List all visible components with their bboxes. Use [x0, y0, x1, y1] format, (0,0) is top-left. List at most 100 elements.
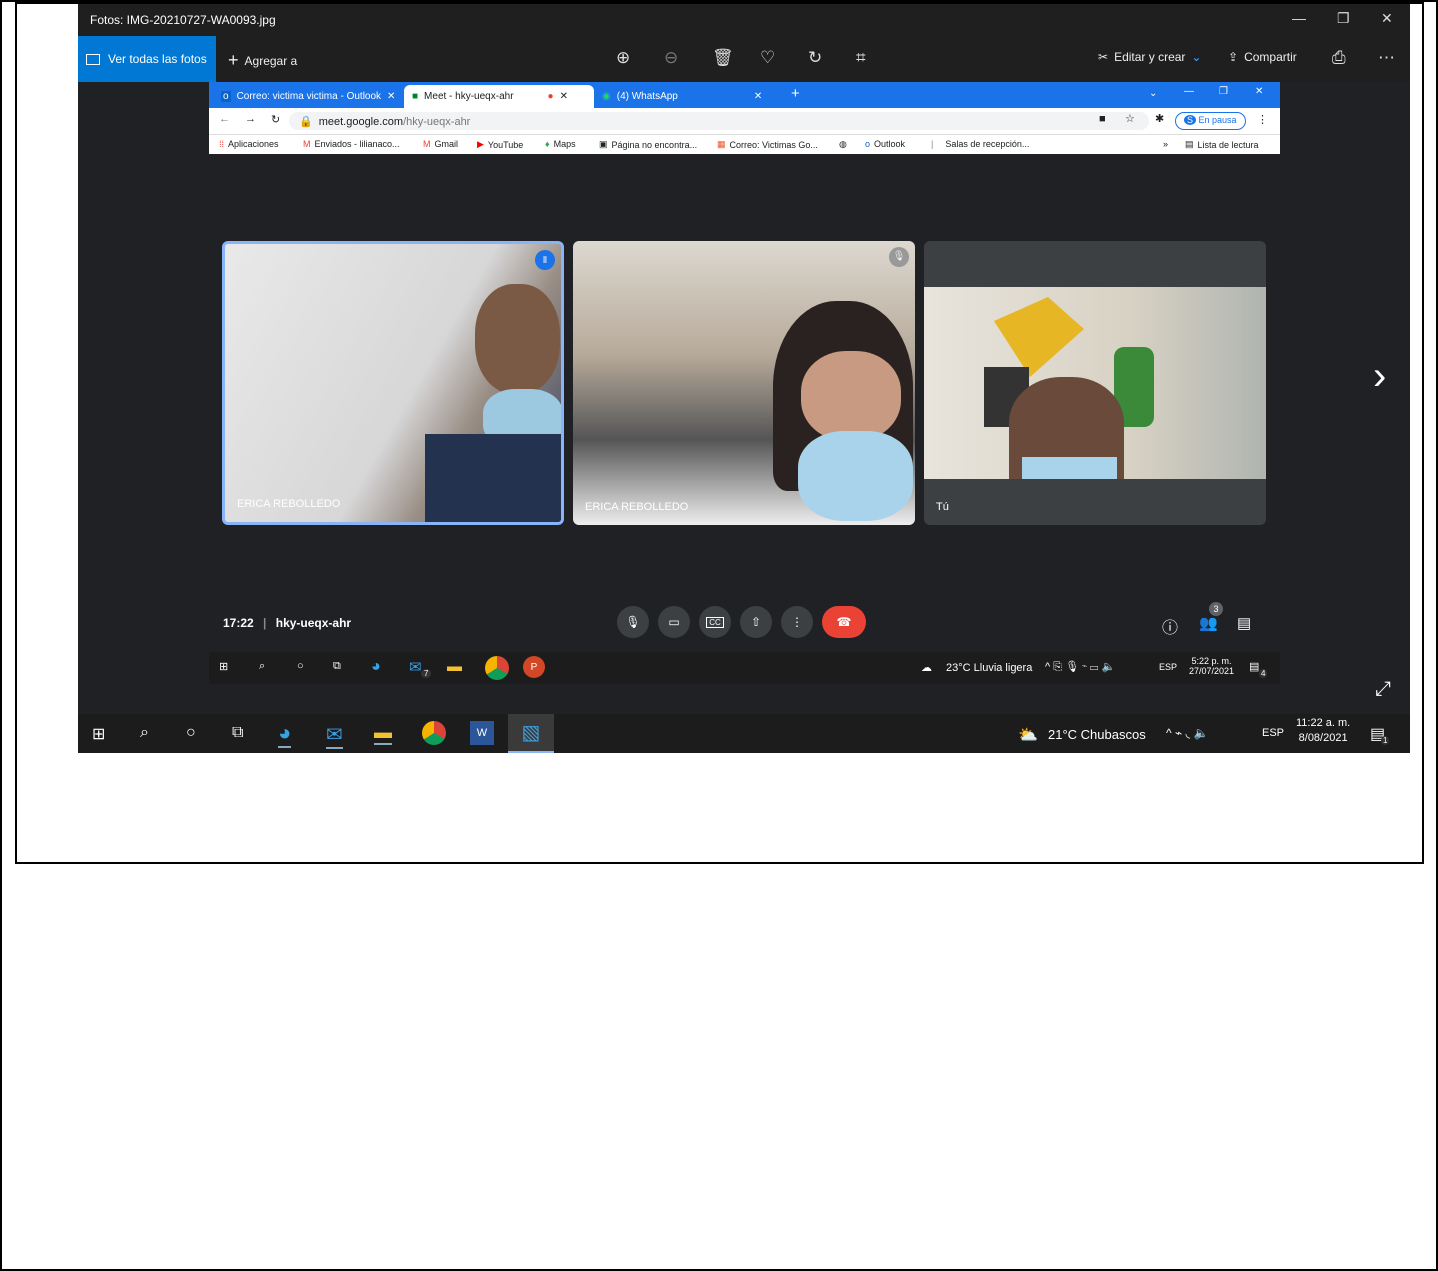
chat-icon[interactable]: ▤	[1237, 614, 1251, 632]
mic-button[interactable]: 🎙	[617, 606, 649, 638]
shirt	[425, 434, 561, 522]
participant-tile[interactable]: Tú	[924, 241, 1266, 525]
captions-button[interactable]: CC	[699, 606, 731, 638]
task-view-icon[interactable]: ⧉	[232, 724, 243, 742]
chrome-icon[interactable]	[485, 656, 509, 680]
camera-icon[interactable]: ■	[1099, 113, 1106, 125]
bookmarks-overflow[interactable]: »	[1163, 139, 1168, 149]
bookmark-item[interactable]: M Gmail	[423, 139, 458, 149]
people-icon[interactable]: 👥	[1199, 614, 1218, 632]
url-field[interactable]: 🔒 meet.google.com/hky-ueqx-ahr	[289, 112, 1149, 130]
more-icon[interactable]: ⋯	[1378, 48, 1395, 68]
participant-tile[interactable]: ⦀ ERICA REBOLLEDO	[222, 241, 564, 525]
restore-icon[interactable]: ❐	[1219, 86, 1228, 97]
powerpoint-icon[interactable]: P	[523, 656, 545, 678]
word-icon[interactable]: W	[470, 721, 494, 745]
restore-icon[interactable]: ❐	[1337, 10, 1350, 27]
reading-list-button[interactable]: ▤ Lista de lectura	[1185, 139, 1259, 150]
close-icon[interactable]: ✕	[1381, 10, 1393, 27]
chrome-icon[interactable]	[422, 721, 446, 745]
bookmark-label: Aplicaciones	[228, 139, 279, 149]
bookmark-item[interactable]: ▣ Página no encontra...	[599, 139, 697, 150]
outlook-icon: o	[865, 139, 871, 149]
bookmark-item[interactable]: ⁞⁞ Aplicaciones	[219, 139, 279, 149]
cortana-icon[interactable]: ○	[186, 724, 196, 742]
tray-icons[interactable]: ^ ⎘ 🎙 ⌁ ▭ 🔈	[1045, 660, 1115, 674]
photos-taskbar-icon[interactable]: ▧	[508, 714, 554, 753]
mail-icon[interactable]: ✉	[409, 658, 422, 676]
bookmark-item[interactable]: | Salas de recepción...	[931, 139, 1029, 149]
mail-badge: 7	[421, 669, 432, 678]
tab-outlook[interactable]: o Correo: victima victima - Outlook ✕	[213, 85, 403, 108]
delete-icon[interactable]: 🗑	[712, 48, 734, 68]
language-indicator[interactable]: ESP	[1159, 662, 1177, 672]
profile-button[interactable]: S En pausa	[1175, 112, 1246, 130]
notifications-icon[interactable]: ▤	[1249, 660, 1259, 673]
close-tab-icon[interactable]: ✕	[560, 91, 568, 102]
forward-icon[interactable]: →	[245, 113, 256, 125]
bookmark-item[interactable]: ▶ YouTube	[477, 139, 523, 150]
more-options-button[interactable]: ⋮	[781, 606, 813, 638]
add-to-label: Agregar a	[244, 53, 298, 68]
close-tab-icon[interactable]: ✕	[754, 91, 762, 102]
language-indicator[interactable]: ESP	[1262, 727, 1284, 739]
search-icon[interactable]: ⌕	[140, 724, 149, 742]
photos-icon: ▧	[521, 722, 541, 744]
bookmark-star-icon[interactable]: ☆	[1125, 112, 1135, 125]
participant-tile[interactable]: 🎙 ERICA REBOLLEDO	[573, 241, 915, 525]
bookmark-item[interactable]: M Enviados - lilianaco...	[303, 139, 400, 149]
share-button[interactable]: ⇪ Compartir	[1228, 50, 1297, 64]
new-tab-icon[interactable]: +	[791, 85, 800, 102]
windows-start-icon[interactable]: ⊞	[92, 724, 105, 744]
zoom-out-icon[interactable]: ⊖	[664, 48, 678, 68]
clock[interactable]: 11:22 a. m. 8/08/2021	[1296, 717, 1350, 744]
tab-whatsapp[interactable]: ◉ (4) WhatsApp ✕	[594, 85, 779, 108]
mail-icon[interactable]: ✉	[326, 722, 343, 749]
close-tab-icon[interactable]: ✕	[387, 91, 395, 102]
print-icon[interactable]: ⎙	[1332, 48, 1346, 68]
weather-icon: ☁	[921, 662, 932, 674]
bookmark-item[interactable]: ◍	[839, 139, 847, 150]
edit-create-button[interactable]: ✂ Editar y crear ⌄	[1098, 50, 1201, 64]
info-icon[interactable]: ⓘ	[1162, 614, 1178, 638]
favorite-icon[interactable]: ♡	[760, 48, 775, 68]
tab-meet[interactable]: ■ Meet - hky-ueqx-ahr ● ✕	[404, 85, 594, 108]
edge-icon[interactable]: ◕	[371, 658, 381, 676]
leave-call-button[interactable]: ☎	[822, 606, 866, 638]
rotate-icon[interactable]: ↻	[808, 48, 822, 68]
back-icon[interactable]: ←	[219, 113, 230, 125]
meeting-code: hky-ueqx-ahr	[275, 616, 352, 630]
bookmark-item[interactable]: ▦ Correo: Victimas Go...	[717, 139, 818, 150]
add-to-button[interactable]: + Agregar a	[228, 50, 297, 71]
tab-search-icon[interactable]: ⌄	[1149, 88, 1157, 99]
camera-icon: ▭	[668, 615, 680, 629]
search-icon[interactable]: ⌕	[259, 660, 265, 673]
reload-icon[interactable]: ↻	[271, 113, 280, 126]
camera-button[interactable]: ▭	[658, 606, 690, 638]
bookmark-item[interactable]: ♦ Maps	[545, 139, 576, 149]
bookmark-label: Maps	[553, 139, 576, 149]
url-host: meet.google.com	[318, 116, 404, 128]
crop-icon[interactable]: ⌗	[856, 48, 866, 68]
file-explorer-icon[interactable]: ▬	[447, 658, 462, 675]
tab-label: Meet - hky-ueqx-ahr	[424, 91, 514, 102]
windows-start-icon[interactable]: ⊞	[219, 660, 228, 673]
task-view-icon[interactable]: ⧉	[333, 660, 341, 673]
clock[interactable]: 5:22 p. m. 27/07/2021	[1189, 656, 1234, 676]
fullscreen-icon[interactable]: ⤢	[1375, 678, 1391, 701]
bookmark-item[interactable]: o Outlook	[865, 139, 905, 149]
close-icon[interactable]: ✕	[1255, 86, 1263, 97]
cortana-icon[interactable]: ○	[297, 660, 304, 672]
file-explorer-icon[interactable]: ▬	[374, 722, 392, 745]
extensions-icon[interactable]: ✱	[1155, 112, 1164, 125]
edge-icon[interactable]: ◕	[278, 720, 292, 748]
minimize-icon[interactable]: —	[1184, 86, 1194, 97]
zoom-in-icon[interactable]: ⊕	[616, 48, 630, 68]
present-button[interactable]: ⇧	[740, 606, 772, 638]
next-photo-icon[interactable]: ›	[1373, 354, 1386, 399]
view-all-photos-button[interactable]: Ver todas las fotos	[78, 36, 216, 82]
minimize-icon[interactable]: —	[1292, 10, 1306, 26]
menu-icon[interactable]: ⋮	[1257, 113, 1268, 126]
tray-icons[interactable]: ^ ⌁ ◟ 🔈	[1166, 726, 1208, 740]
avatar: S	[1184, 115, 1197, 125]
